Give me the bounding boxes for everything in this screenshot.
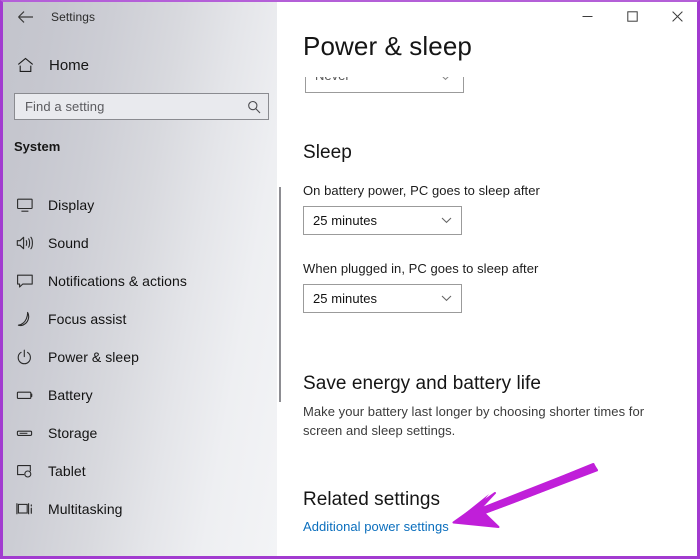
search-input[interactable]: Find a setting bbox=[14, 93, 269, 120]
monitor-icon bbox=[16, 197, 48, 213]
search-icon bbox=[240, 100, 268, 114]
search-input-placeholder: Find a setting bbox=[25, 99, 105, 114]
navigation-pane: Settings Home Find a setting System Disp… bbox=[3, 2, 277, 556]
sidebar-item-storage[interactable]: Storage bbox=[3, 414, 277, 452]
page-header: Power & sleep bbox=[277, 31, 697, 77]
sidebar-item-tablet[interactable]: Tablet bbox=[3, 452, 277, 490]
sidebar-item-display-label: Display bbox=[48, 197, 95, 213]
notification-icon bbox=[16, 273, 48, 289]
sleep-plugged-in-value: 25 minutes bbox=[313, 291, 378, 306]
sidebar-item-notifications[interactable]: Notifications & actions bbox=[3, 262, 277, 300]
page-title: Power & sleep bbox=[303, 31, 472, 61]
related-settings-heading: Related settings bbox=[303, 489, 441, 510]
sleep-on-battery-value: 25 minutes bbox=[313, 213, 378, 228]
settings-window: Settings Home Find a setting System Disp… bbox=[0, 0, 700, 559]
sidebar-nav-list: Display Sound Notifications & actions Fo… bbox=[3, 186, 277, 528]
sleep-section-heading: Sleep bbox=[303, 142, 352, 163]
home-icon bbox=[3, 50, 47, 80]
additional-power-settings-link[interactable]: Additional power settings bbox=[303, 519, 449, 534]
sleep-plugged-in-dropdown[interactable]: 25 minutes bbox=[303, 284, 462, 313]
save-energy-description: Make your battery last longer by choosin… bbox=[303, 404, 645, 438]
sleep-on-battery-dropdown[interactable]: 25 minutes bbox=[303, 206, 462, 235]
sidebar-item-battery-label: Battery bbox=[48, 387, 93, 403]
content-scrollbar-thumb[interactable] bbox=[279, 187, 281, 402]
sidebar-item-notifications-label: Notifications & actions bbox=[48, 273, 187, 289]
sidebar-item-storage-label: Storage bbox=[48, 425, 98, 441]
sidebar-item-battery[interactable]: Battery bbox=[3, 376, 277, 414]
settings-scroll-region: Never Sleep On battery power, PC goes to… bbox=[277, 2, 697, 556]
content-pane: Never Sleep On battery power, PC goes to… bbox=[277, 2, 697, 556]
nav-titlebar: Settings bbox=[3, 2, 277, 32]
sidebar-item-tablet-label: Tablet bbox=[48, 463, 86, 479]
battery-icon bbox=[16, 387, 48, 403]
close-icon bbox=[672, 11, 683, 22]
chevron-down-icon bbox=[431, 217, 461, 224]
sleep-plugged-in-label: When plugged in, PC goes to sleep after bbox=[303, 261, 539, 276]
back-arrow-icon bbox=[17, 11, 33, 23]
tablet-icon bbox=[16, 463, 48, 479]
speaker-icon bbox=[16, 235, 48, 251]
power-icon bbox=[16, 349, 48, 365]
sidebar-item-display[interactable]: Display bbox=[3, 186, 277, 224]
sidebar-item-multitasking[interactable]: Multitasking bbox=[3, 490, 277, 528]
sidebar-item-focus-assist-label: Focus assist bbox=[48, 311, 127, 327]
window-controls bbox=[565, 2, 697, 31]
sidebar-item-power-and-sleep-label: Power & sleep bbox=[48, 349, 139, 365]
sidebar-item-home-label: Home bbox=[49, 56, 90, 74]
minimize-icon bbox=[582, 16, 593, 17]
sidebar-item-home[interactable]: Home bbox=[3, 50, 277, 80]
minimize-button[interactable] bbox=[565, 2, 610, 31]
save-energy-heading: Save energy and battery life bbox=[303, 373, 541, 394]
multitasking-icon bbox=[16, 501, 48, 517]
app-title: Settings bbox=[51, 10, 96, 24]
close-button[interactable] bbox=[655, 2, 697, 31]
moon-icon bbox=[16, 311, 48, 327]
sidebar-item-focus-assist[interactable]: Focus assist bbox=[3, 300, 277, 338]
back-button[interactable] bbox=[3, 2, 47, 32]
sleep-on-battery-label: On battery power, PC goes to sleep after bbox=[303, 183, 540, 198]
sidebar-item-sound[interactable]: Sound bbox=[3, 224, 277, 262]
nav-group-title: System bbox=[14, 139, 61, 154]
maximize-icon bbox=[627, 11, 638, 22]
sidebar-item-sound-label: Sound bbox=[48, 235, 89, 251]
maximize-button[interactable] bbox=[610, 2, 655, 31]
sidebar-item-multitasking-label: Multitasking bbox=[48, 501, 123, 517]
sidebar-item-power-and-sleep[interactable]: Power & sleep bbox=[3, 338, 277, 376]
storage-icon bbox=[16, 425, 48, 441]
content-scrollbar[interactable] bbox=[277, 32, 285, 556]
chevron-down-icon bbox=[431, 295, 461, 302]
